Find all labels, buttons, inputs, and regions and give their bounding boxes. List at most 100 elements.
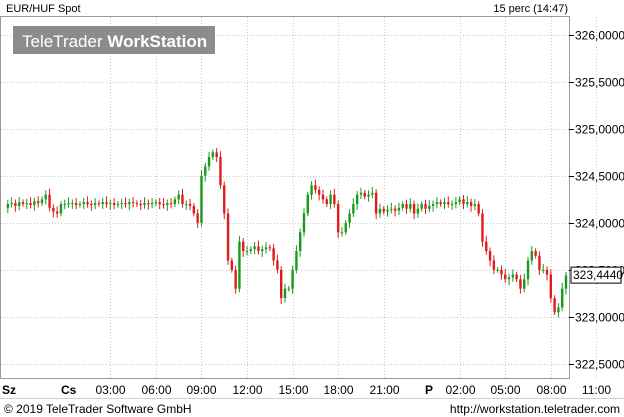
candle-body	[549, 274, 553, 299]
x-tick-label: 18:00	[323, 383, 353, 397]
candle-body	[272, 248, 275, 261]
candle-body	[283, 288, 287, 299]
chart-canvas: EUR/HUF Spot 15 perc (14:47) TeleTrader …	[0, 3, 624, 416]
candle-body	[215, 152, 218, 158]
candle-body	[412, 204, 416, 214]
candle-body	[310, 185, 313, 195]
candle-body	[74, 203, 78, 205]
candle-body	[143, 203, 146, 205]
candle-body	[386, 209, 389, 212]
candle-body	[515, 274, 518, 280]
candle-body	[264, 247, 268, 250]
candle-body	[557, 307, 560, 313]
last-price-badge: 323,4440	[570, 266, 623, 284]
candle-body	[542, 269, 545, 271]
candle-body	[477, 204, 480, 214]
candle-body	[67, 203, 70, 205]
last-price-label: 323,4440	[573, 268, 623, 282]
candle-body	[378, 208, 382, 214]
candle-body	[261, 249, 264, 252]
y-tick-label: 324,5000	[575, 170, 624, 184]
candle-body	[424, 204, 427, 209]
candle-body	[158, 202, 161, 205]
candle-body	[242, 241, 245, 252]
candle-body	[553, 298, 556, 313]
plot-area	[0, 16, 570, 379]
x-tick-label: 09:00	[186, 383, 216, 397]
candle-body	[336, 204, 340, 233]
candle-body	[131, 202, 135, 204]
candle-body	[450, 204, 454, 206]
candle-body	[181, 194, 184, 205]
candle-body	[416, 208, 420, 214]
candle-body	[454, 202, 458, 205]
candle-body	[374, 192, 378, 214]
candle-body	[538, 255, 541, 270]
candle-body	[162, 204, 165, 206]
candle-body	[352, 204, 355, 214]
candle-body	[238, 241, 241, 289]
candle-body	[128, 202, 131, 205]
candle-body	[154, 202, 158, 204]
y-tick-label: 322,5000	[575, 358, 624, 372]
candle-body	[382, 208, 385, 212]
candle-body	[25, 203, 28, 205]
candle-body	[245, 251, 249, 253]
x-day-label: Cs	[61, 383, 77, 397]
candle-body	[150, 203, 154, 205]
candle-body	[207, 157, 211, 167]
candle-body	[173, 199, 177, 205]
candle-body	[534, 251, 537, 256]
candle-body	[344, 222, 347, 233]
candle-body	[101, 202, 104, 205]
source-url: http://workstation.teletrader.com	[450, 402, 620, 416]
candle-body	[52, 207, 55, 212]
candle-body	[230, 260, 234, 270]
candle-body	[302, 213, 306, 233]
x-axis: 03:00 06:00 09:00 12:00 15:00 18:00 21:00 02:00…	[2, 383, 611, 397]
candle-body	[33, 201, 36, 205]
candle-body	[504, 274, 507, 280]
candle-body	[363, 192, 366, 197]
candle-body	[329, 194, 332, 205]
candle-body	[367, 194, 370, 197]
x-tick-label: 12:00	[232, 383, 262, 397]
candle-body	[439, 202, 442, 205]
candle-body	[166, 203, 169, 205]
candle-body	[447, 202, 450, 205]
candle-body	[314, 185, 317, 190]
candle-body	[485, 241, 488, 252]
y-tick-label: 325,0000	[575, 123, 624, 137]
candle-body	[36, 201, 40, 204]
candle-body	[48, 194, 51, 208]
candle-body	[488, 251, 492, 261]
candle-body	[185, 204, 188, 206]
candle-body	[393, 208, 397, 211]
candle-body	[200, 175, 203, 223]
y-tick-label: 324,0000	[575, 217, 624, 231]
candle-body	[295, 251, 298, 270]
candle-body	[287, 288, 290, 290]
candle-body	[268, 247, 272, 249]
candle-body	[116, 204, 120, 206]
candle-body	[249, 249, 253, 252]
candle-body	[526, 260, 530, 280]
candle-body	[473, 204, 477, 206]
candle-body	[204, 166, 207, 176]
candle-body	[431, 204, 435, 206]
x-tick-label: 02:00	[445, 383, 475, 397]
candle-body	[196, 213, 199, 223]
candle-body	[192, 205, 196, 214]
copyright-text: © 2019 TeleTrader Software GmbH	[4, 402, 192, 416]
candle-body	[97, 203, 101, 205]
candle-body	[469, 202, 473, 206]
y-tick-label: 323,0000	[575, 311, 624, 325]
x-day-label: P	[425, 383, 433, 397]
candle-body	[112, 203, 116, 205]
candle-body	[234, 269, 237, 289]
x-tick-label: 06:00	[141, 383, 171, 397]
instrument-title: EUR/HUF Spot	[6, 3, 81, 15]
candle-body	[169, 203, 173, 205]
candle-body	[226, 213, 230, 261]
candle-body	[78, 204, 82, 206]
